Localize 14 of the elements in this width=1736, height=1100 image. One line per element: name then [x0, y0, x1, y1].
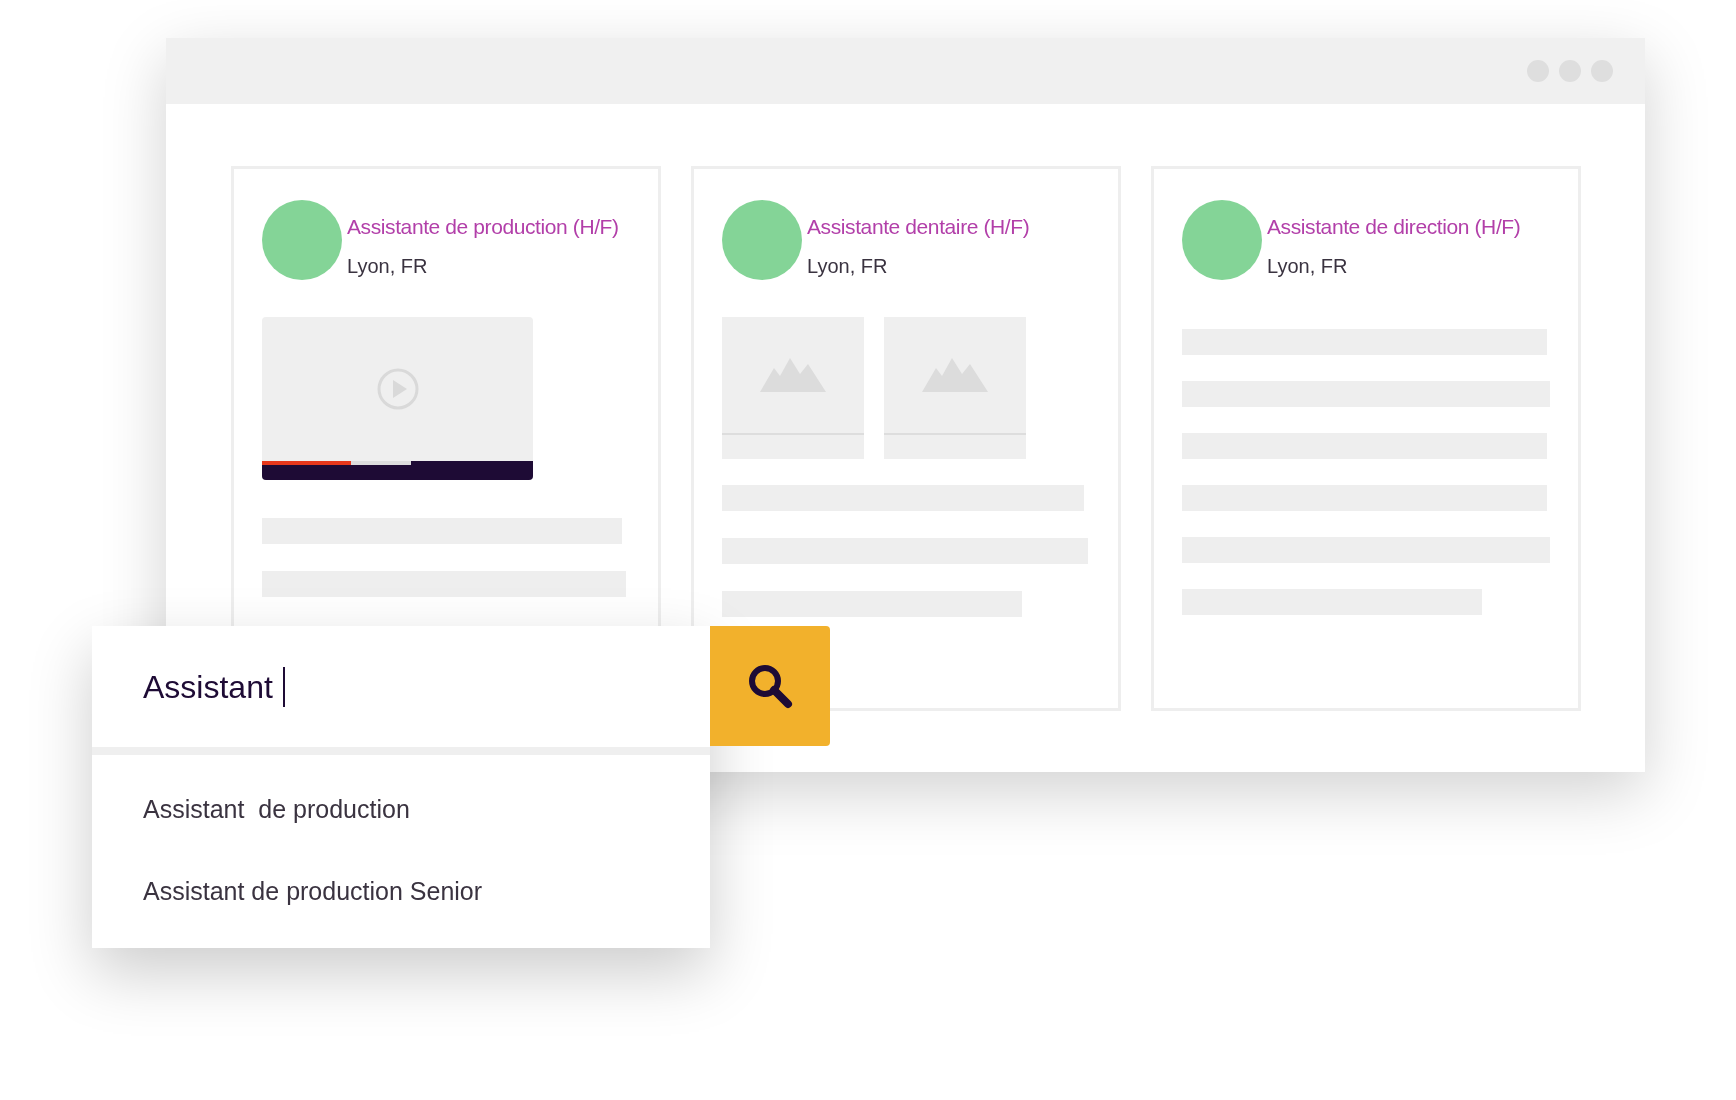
- progress-track[interactable]: [262, 460, 533, 465]
- job-location: Lyon, FR: [807, 253, 889, 279]
- search-button[interactable]: [710, 626, 830, 746]
- search-icon: [747, 663, 793, 709]
- job-location: Lyon, FR: [347, 253, 429, 279]
- search-field[interactable]: Assistant: [92, 626, 710, 747]
- text-cursor: [282, 666, 285, 707]
- job-location: Lyon, FR: [1267, 253, 1349, 279]
- job-title[interactable]: Assistante de direction (H/F): [1267, 211, 1521, 243]
- suggestion-item[interactable]: Assistant de production: [92, 791, 710, 829]
- suggestion-item[interactable]: Assistant de production Senior: [92, 872, 710, 910]
- job-title[interactable]: Assistante de production (H/F): [347, 211, 619, 243]
- job-title[interactable]: Assistante dentaire (H/F): [807, 211, 1030, 243]
- video-player[interactable]: [262, 316, 533, 480]
